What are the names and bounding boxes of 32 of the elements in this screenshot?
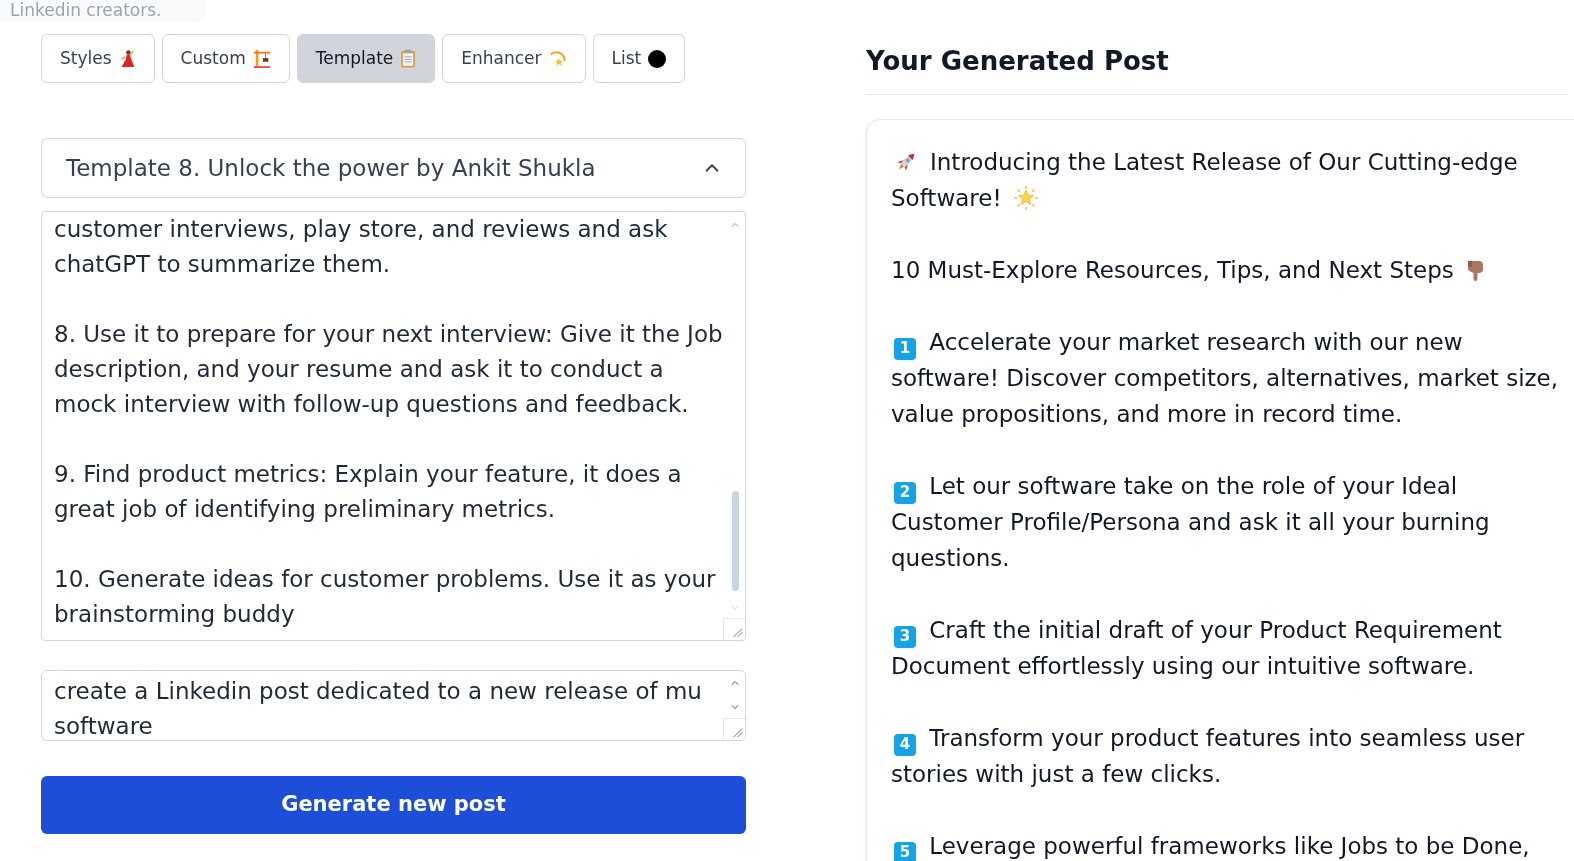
post-paragraph: 5 Leverage powerful frameworks like Jobs to be Done, [891, 828, 1530, 861]
post-title: Software! [891, 184, 1002, 213]
template-textarea[interactable] [41, 211, 746, 641]
section-title: Your Generated Post [866, 45, 1169, 78]
template-paragraph: 10. Generate ideas for customer problems. Use it as your brainstorming buddy [54, 565, 716, 629]
scrollbar-thumb[interactable] [731, 491, 739, 591]
clipboard-icon [400, 49, 417, 68]
template-paragraph: customer interviews, play store, and reviews and ask chatGPT to summarize them. [54, 215, 668, 279]
prompt-textarea[interactable]: create a Linkedin post dedicated to a new release of mu software [41, 670, 746, 741]
crane-icon [252, 48, 271, 69]
template-paragraph: 9. Find product metrics: Explain your feature, it does a great job of identifying preliminary metrics. [54, 460, 682, 524]
tab[interactable]: Template [296, 34, 436, 83]
post-subtitle: 10 Must-Explore Resources, Tips, and Next Steps [891, 256, 1454, 285]
post-paragraph: 2 Let our software take on the role of your Ideal Customer Profile/Persona and ask it all your burning questions. [891, 472, 1490, 573]
post-paragraph: 4 Transform your product features into seamless user stories with just a few clicks. [891, 724, 1525, 789]
filled-circle-icon [648, 49, 667, 68]
post-paragraph: 3 Craft the initial draft of your Product Requirement Document effortlessly using our intuitive software. [891, 616, 1502, 681]
tab[interactable]: Enhancer [442, 34, 586, 83]
tab[interactable]: Custom [161, 34, 290, 83]
tab[interactable]: Styles [41, 34, 155, 83]
post-title: Introducing the Latest Release of Our Cutting-edge [930, 148, 1518, 177]
glowing-star-icon [1013, 186, 1038, 210]
resize-handle-icon[interactable] [723, 718, 745, 740]
prompt-text: create a Linkedin post dedicated to a new release of mu software [53, 677, 702, 740]
resize-handle-icon[interactable] [723, 618, 745, 640]
template-paragraph: 8. Use it to prepare for your next interview: Give it the Job description, and your resume and ask it to conduct a mock interview with follow-up questions and feedback. [54, 320, 723, 419]
faded-caption: Linkedin creators. [10, 0, 162, 21]
generate-button[interactable]: Generate new post [41, 776, 746, 834]
tab[interactable]: List [592, 34, 686, 83]
template-dropdown[interactable]: Template 8. Unlock the power by Ankit Shukla [41, 138, 746, 198]
post-paragraph: 1 Accelerate your market research with our new software! Discover competitors, alternatives, market size, value propositions, and more in record time. [891, 328, 1559, 429]
swirling-star-icon [548, 49, 567, 68]
